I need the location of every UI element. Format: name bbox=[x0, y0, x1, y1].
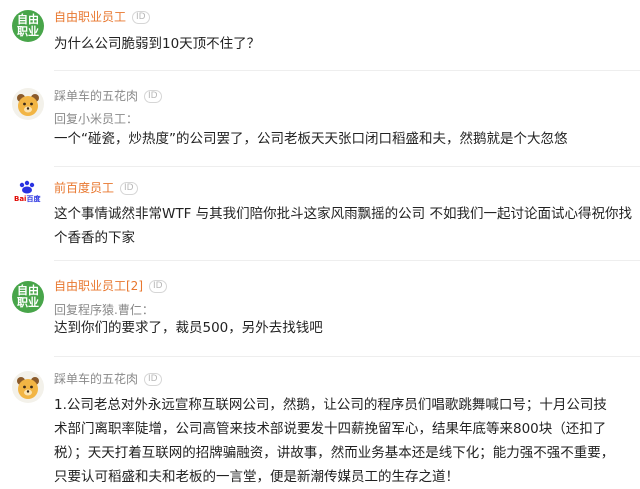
avatar[interactable] bbox=[12, 88, 44, 120]
baidu-paw-icon bbox=[19, 180, 35, 194]
avatar[interactable]: 自由 职业 bbox=[12, 10, 44, 42]
comment-author[interactable]: 踩单车的五花肉 bbox=[54, 371, 138, 387]
bear-icon bbox=[17, 377, 39, 399]
reply-prefix: 回复 bbox=[54, 303, 79, 317]
bear-icon bbox=[17, 94, 39, 116]
comment-text: 为什么公司脆弱到10天顶不住了？ bbox=[54, 36, 261, 52]
id-badge: ID bbox=[149, 279, 167, 293]
reply-target[interactable]: 程序猿.曹仁： bbox=[78, 303, 154, 317]
reply-target[interactable]: 小米员工： bbox=[78, 112, 138, 126]
comment-text: 达到你们的要求了，裁员500，另外去找钱吧 bbox=[54, 320, 323, 336]
comment-author[interactable]: 踩单车的五花肉 bbox=[54, 88, 138, 104]
avatar[interactable]: 自由 职业 bbox=[12, 281, 44, 313]
id-badge: ID bbox=[120, 181, 138, 195]
id-badge: ID bbox=[144, 89, 162, 103]
avatar[interactable]: Bai百度 bbox=[12, 176, 44, 208]
divider bbox=[54, 166, 640, 167]
comment-text: 1.公司老总对外永远宣称互联网公司，然鹅，让公司的程序员们唱歌跳舞喊口号；十月公… bbox=[54, 397, 615, 485]
comment-author[interactable]: 自由职业员工 bbox=[54, 9, 126, 25]
id-badge: ID bbox=[132, 10, 150, 24]
divider bbox=[54, 70, 640, 71]
comment-author[interactable]: 前百度员工 bbox=[54, 180, 114, 196]
id-badge: ID bbox=[144, 372, 162, 386]
reply-prefix: 回复 bbox=[54, 112, 79, 126]
reply-line: 回复小米员工： bbox=[54, 111, 138, 127]
comment-author[interactable]: 自由职业员工[2] bbox=[54, 278, 143, 294]
divider bbox=[54, 356, 640, 357]
divider bbox=[54, 260, 640, 261]
comment-text: 一个“碰瓷，炒热度”的公司罢了，公司老板天天张口闭口稻盛和夫，然鹅就是个大忽悠 bbox=[54, 131, 568, 147]
comment-text: 这个事情诚然非常WTF 与其我们陪你批斗这家风雨飘摇的公司 不如我们一起讨论面试… bbox=[54, 206, 632, 246]
avatar[interactable] bbox=[12, 371, 44, 403]
